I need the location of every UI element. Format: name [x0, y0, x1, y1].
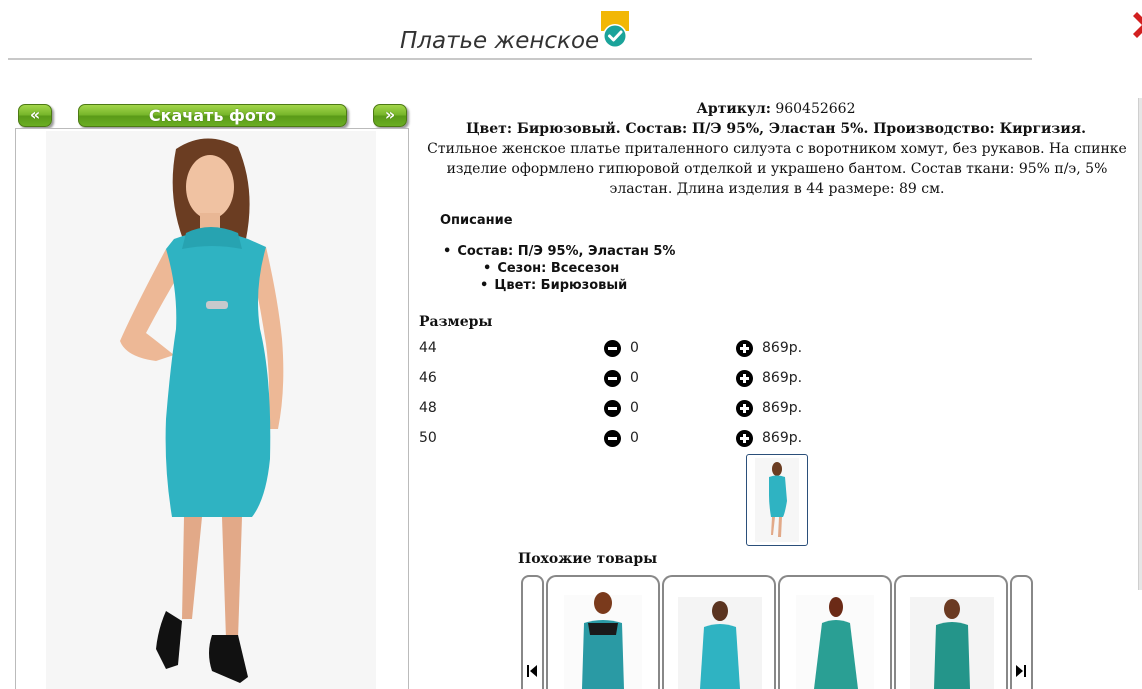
- size-price: 869р.: [762, 340, 803, 356]
- prev-photo-button[interactable]: «: [18, 104, 52, 127]
- photo-thumbnail[interactable]: [746, 454, 808, 546]
- product-photo-frame: [15, 128, 409, 689]
- size-price: 869р.: [762, 430, 803, 446]
- product-description: Стильное женское платье приталенного сил…: [427, 141, 1127, 197]
- plus-icon[interactable]: [736, 340, 753, 357]
- size-label: 46: [419, 370, 437, 386]
- size-label: 44: [419, 340, 437, 356]
- plus-icon[interactable]: [736, 370, 753, 387]
- description-item: Сезон: Всесезон: [483, 261, 619, 276]
- size-qty: 0: [630, 430, 639, 446]
- size-qty: 0: [630, 370, 639, 386]
- minus-icon[interactable]: [604, 400, 621, 417]
- title-divider: [8, 58, 1032, 60]
- article-value: 960452662: [775, 101, 856, 117]
- similar-product-image: [678, 597, 762, 689]
- size-qty: 0: [630, 400, 639, 416]
- similar-next-button[interactable]: [1010, 575, 1033, 689]
- sizes-heading: Размеры: [419, 314, 493, 330]
- skip-next-icon: [1016, 665, 1026, 677]
- size-price: 869р.: [762, 370, 803, 386]
- size-qty: 0: [630, 340, 639, 356]
- minus-icon[interactable]: [604, 430, 621, 447]
- similar-product-card[interactable]: [778, 575, 892, 689]
- similar-product-image: [910, 597, 994, 689]
- close-icon[interactable]: [1131, 10, 1142, 40]
- minus-icon[interactable]: [604, 340, 621, 357]
- similar-product-card[interactable]: [894, 575, 1008, 689]
- similar-products-heading: Похожие товары: [518, 551, 658, 567]
- similar-product-image: [564, 592, 642, 689]
- description-item: Состав: П/Э 95%, Эластан 5%: [443, 244, 675, 259]
- similar-product-card[interactable]: [662, 575, 776, 689]
- similar-prev-button[interactable]: [521, 575, 544, 689]
- color-composition-line: Цвет: Бирюзовый. Состав: П/Э 95%, Эласта…: [416, 119, 1136, 139]
- download-photo-button[interactable]: Скачать фото: [78, 104, 347, 127]
- color-composition-text: Цвет: Бирюзовый. Состав: П/Э 95%, Эласта…: [466, 121, 1086, 137]
- minus-icon[interactable]: [604, 370, 621, 387]
- verified-check-icon: [601, 11, 629, 49]
- page-title: Платье женское: [400, 28, 600, 54]
- similar-product-card[interactable]: [546, 575, 660, 689]
- next-photo-button[interactable]: »: [373, 104, 407, 127]
- article-line: Артикул: 960452662: [416, 99, 1136, 119]
- size-price: 869р.: [762, 400, 803, 416]
- similar-product-image: [796, 595, 874, 689]
- product-photo[interactable]: [16, 129, 408, 689]
- description-heading: Описание: [440, 213, 513, 228]
- size-label: 48: [419, 400, 437, 416]
- plus-icon[interactable]: [736, 430, 753, 447]
- plus-icon[interactable]: [736, 400, 753, 417]
- page-scrollbar[interactable]: [1138, 98, 1142, 590]
- skip-prev-icon: [527, 665, 537, 677]
- description-item: Цвет: Бирюзовый: [480, 278, 627, 293]
- size-label: 50: [419, 430, 437, 446]
- article-label: Артикул:: [696, 101, 771, 117]
